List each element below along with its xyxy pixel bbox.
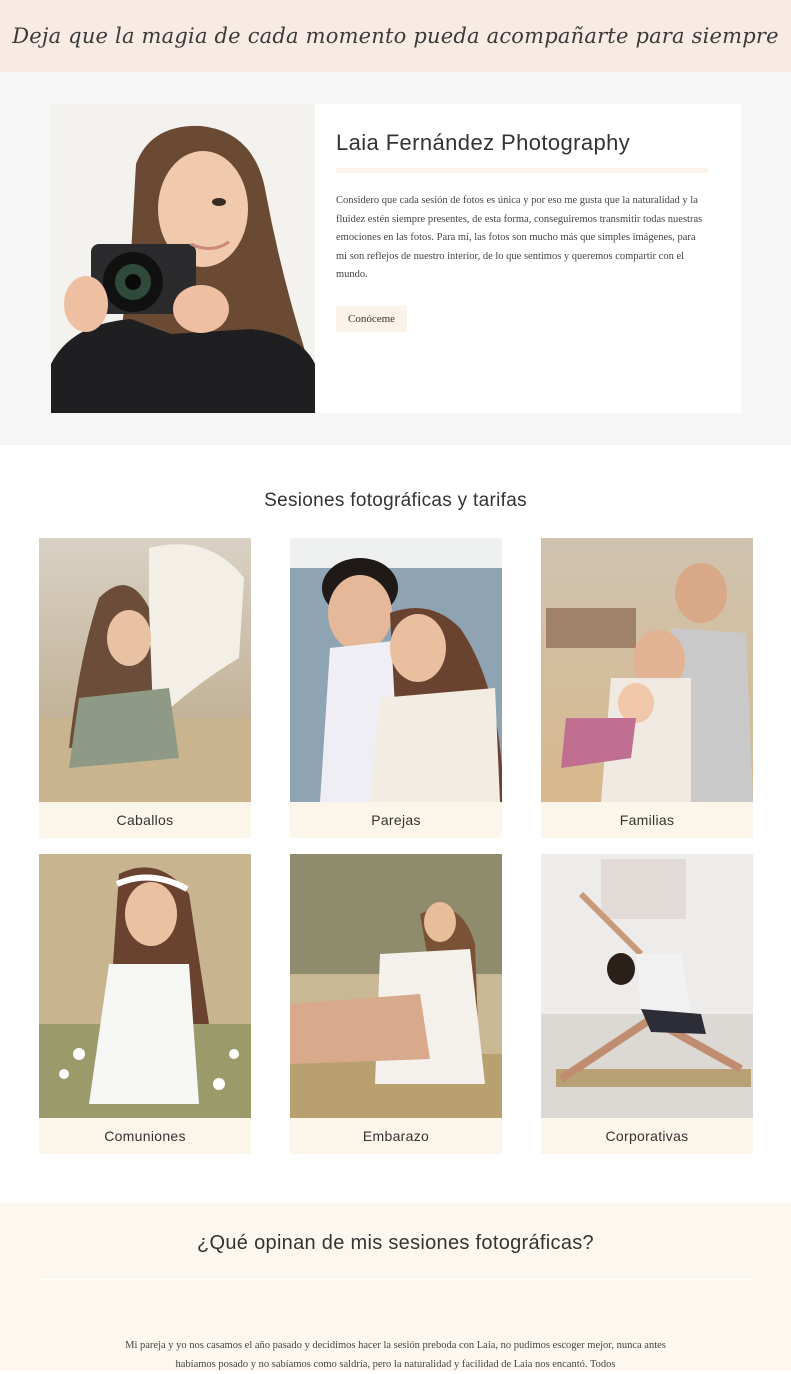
about-title: Laia Fernández Photography	[336, 130, 631, 155]
about-description: Considero que cada sesión de fotos es ún…	[336, 195, 703, 281]
sessions-title: Sesiones fotográficas y tarifas	[264, 490, 527, 511]
session-label[interactable]: Corporativas	[541, 1118, 753, 1154]
title-divider	[336, 168, 708, 173]
session-card-familias[interactable]: Familias	[541, 538, 753, 838]
session-label[interactable]: Comuniones	[39, 1118, 251, 1154]
session-label[interactable]: Familias	[541, 802, 753, 838]
session-card-embarazo[interactable]: Embarazo	[290, 854, 502, 1154]
testimonials-title: ¿Qué opinan de mis sesiones fotográficas…	[197, 1232, 594, 1254]
session-image-familias[interactable]	[541, 538, 753, 802]
session-image-parejas[interactable]	[290, 538, 502, 802]
testimonial-text: Mi pareja y yo nos casamos el año pasado…	[125, 1340, 666, 1370]
session-card-corporativas[interactable]: Corporativas	[541, 854, 753, 1154]
session-image-comuniones[interactable]	[39, 854, 251, 1118]
session-image-embarazo[interactable]	[290, 854, 502, 1118]
about-section: Laia Fernández Photography Considero que…	[0, 72, 791, 445]
about-card: Laia Fernández Photography Considero que…	[315, 104, 741, 413]
session-card-parejas[interactable]: Parejas	[290, 538, 502, 838]
session-card-caballos[interactable]: Caballos	[39, 538, 251, 838]
testimonials-divider	[40, 1279, 751, 1280]
session-card-comuniones[interactable]: Comuniones	[39, 854, 251, 1154]
tagline: Deja que la magia de cada momento pueda …	[12, 24, 779, 48]
session-image-caballos[interactable]	[39, 538, 251, 802]
photographer-photo	[51, 104, 315, 413]
testimonials-section: ¿Qué opinan de mis sesiones fotográficas…	[0, 1202, 791, 1371]
session-label[interactable]: Embarazo	[290, 1118, 502, 1154]
session-label[interactable]: Caballos	[39, 802, 251, 838]
session-label[interactable]: Parejas	[290, 802, 502, 838]
session-image-corporativas[interactable]	[541, 854, 753, 1118]
top-banner: Deja que la magia de cada momento pueda …	[0, 0, 791, 72]
meet-me-button[interactable]: Conóceme	[336, 306, 408, 332]
